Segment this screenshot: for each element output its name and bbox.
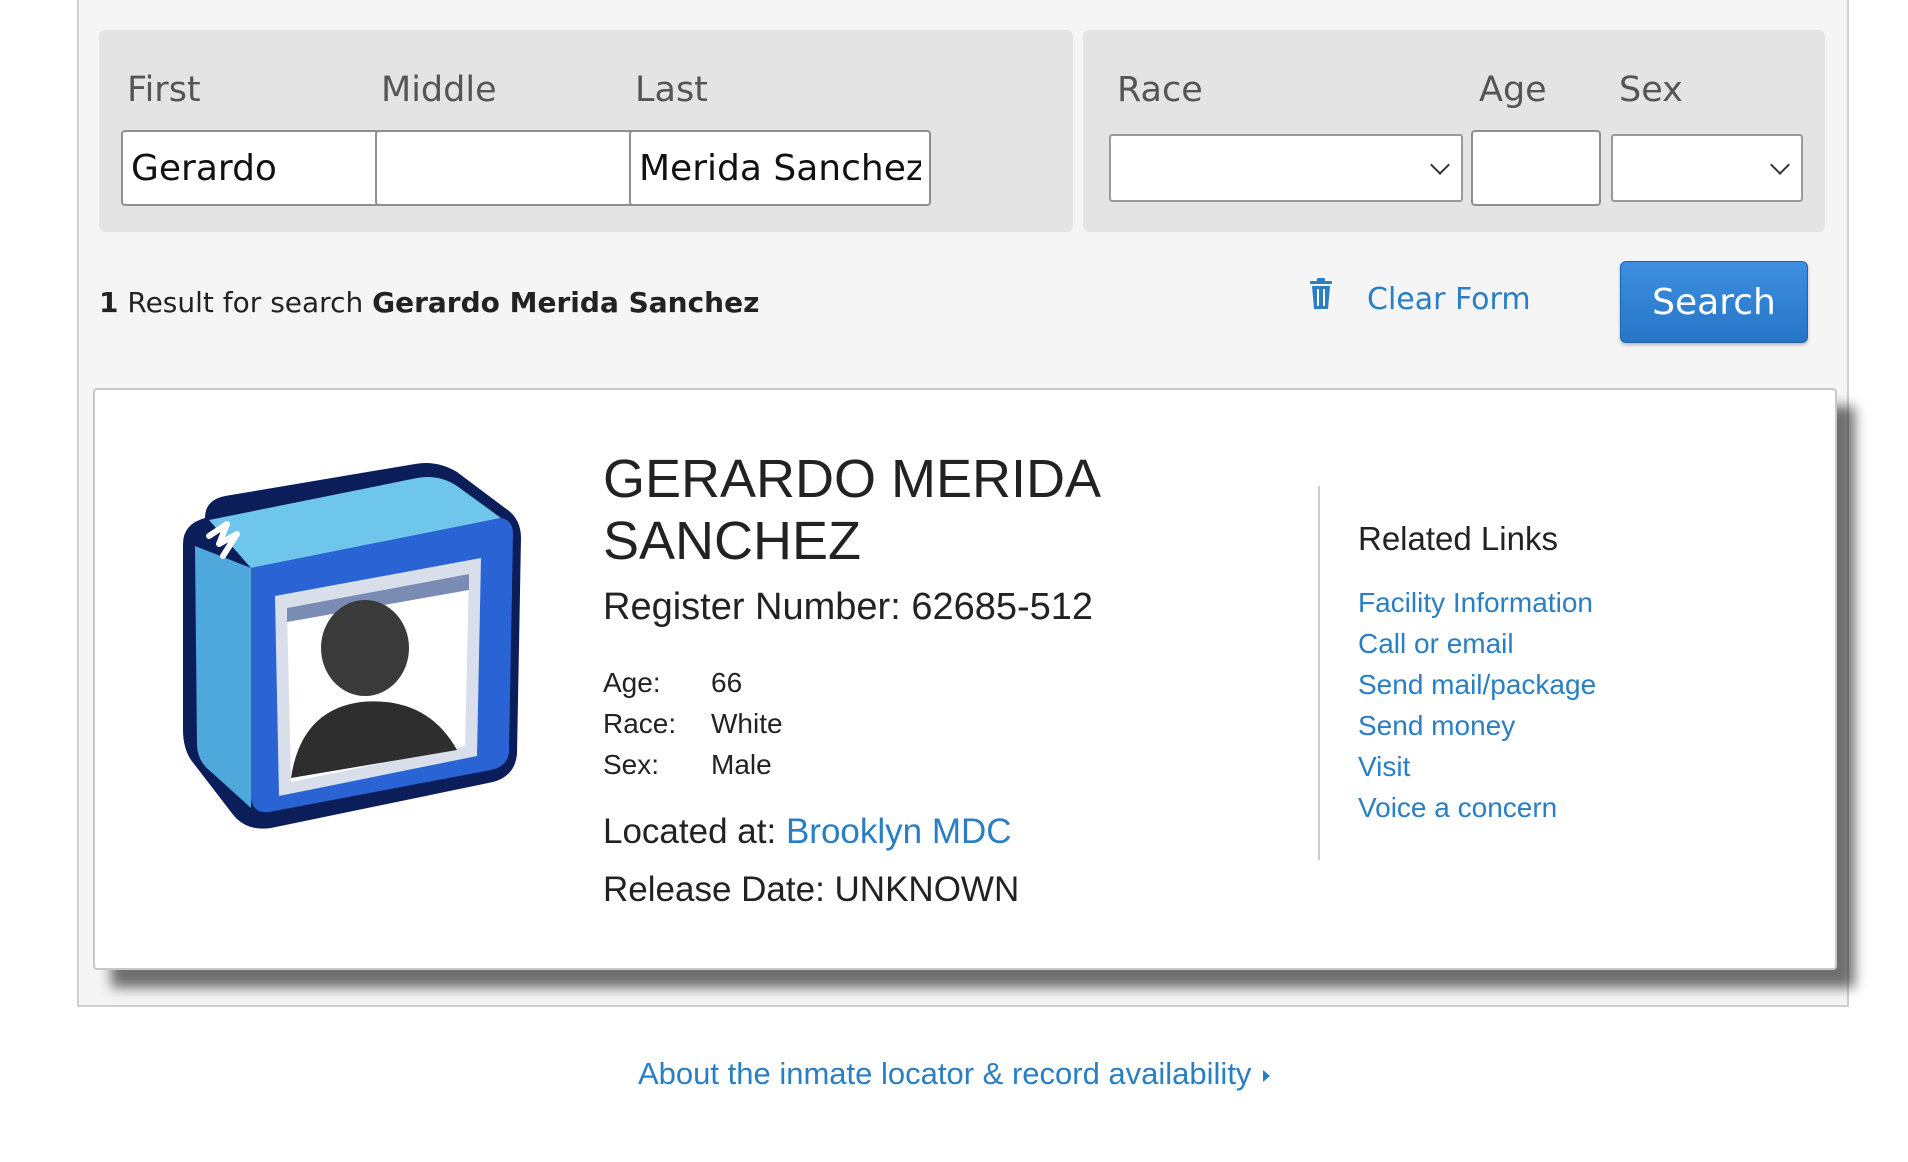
age-value: 66 [711,667,743,698]
race-value: White [711,708,783,739]
sex-select[interactable] [1611,134,1803,202]
located-label: Located at: [603,812,777,851]
race-key: Race: [603,708,677,739]
send-mail-package-link[interactable]: Send mail/package [1358,669,1596,700]
chevron-down-icon [1430,155,1450,175]
result-summary: 1 Result for search Gerardo Merida Sanch… [99,286,759,319]
name-fields-group: First Middle Last [99,30,1073,232]
call-or-email-link[interactable]: Call or email [1358,628,1514,659]
race-select[interactable] [1109,134,1463,202]
detail-row-age: Age: 66 [603,662,783,703]
related-link-item: Call or email [1358,623,1596,664]
related-links-list: Facility Information Call or email Send … [1358,582,1596,828]
detail-row-race: Race: White [603,703,783,744]
caret-right-icon [1263,1069,1271,1082]
detail-row-sex: Sex: Male [603,744,783,785]
send-money-link[interactable]: Send money [1358,710,1515,741]
visit-link[interactable]: Visit [1358,751,1410,782]
clear-form-label: Clear Form [1367,282,1531,317]
inmate-name: GERARDO MERIDA SANCHEZ [603,448,1123,572]
related-link-item: Voice a concern [1358,787,1596,828]
age-key: Age: [603,667,661,698]
about-inmate-locator-link[interactable]: About the inmate locator & record availa… [638,1056,1271,1092]
release-value: UNKNOWN [834,870,1020,909]
related-link-item: Visit [1358,746,1596,787]
facility-information-link[interactable]: Facility Information [1358,587,1593,618]
sex-label: Sex [1619,70,1683,110]
first-name-label: First [127,70,201,110]
register-value: 62685-512 [911,586,1094,628]
age-label: Age [1479,70,1547,110]
related-link-item: Facility Information [1358,582,1596,623]
last-name-label: Last [635,70,708,110]
register-label: Register Number: [603,586,901,628]
inmate-locator-panel: First Middle Last Race Age Sex 1 Result … [77,0,1849,1007]
inmate-result-card: GERARDO MERIDA SANCHEZ Register Number: … [93,388,1837,970]
sex-key: Sex: [603,749,660,780]
avatar-placeholder-icon [183,463,521,829]
demographic-fields-group: Race Age Sex [1083,30,1825,232]
result-count: 1 [99,286,119,319]
inmate-name-line1: GERARDO MERIDA [603,449,1102,509]
inmate-details: Age: 66 Race: White Sex: Male [603,662,783,785]
register-number: Register Number: 62685-512 [603,586,1093,629]
result-text: Result for search [118,286,373,319]
voice-a-concern-link[interactable]: Voice a concern [1358,792,1557,823]
middle-name-label: Middle [381,70,497,110]
related-link-item: Send money [1358,705,1596,746]
located-at: Located at: Brooklyn MDC [603,812,1012,852]
related-link-item: Send mail/package [1358,664,1596,705]
inmate-name-line2: SANCHEZ [603,511,862,571]
about-link-label: About the inmate locator & record availa… [638,1056,1252,1091]
result-query: Gerardo Merida Sanchez [372,286,760,319]
trash-icon [1310,277,1332,309]
vertical-divider [1318,486,1320,860]
release-date: Release Date: UNKNOWN [603,870,1019,910]
chevron-down-icon [1770,155,1790,175]
last-name-input[interactable] [629,130,931,206]
facility-link[interactable]: Brooklyn MDC [786,812,1012,851]
sex-value: Male [711,749,772,780]
release-label: Release Date: [603,870,825,909]
race-label: Race [1117,70,1203,110]
clear-form-button[interactable]: Clear Form [1309,277,1531,317]
search-button[interactable]: Search [1620,261,1808,343]
related-links-title: Related Links [1358,520,1558,557]
age-input[interactable] [1471,130,1601,206]
